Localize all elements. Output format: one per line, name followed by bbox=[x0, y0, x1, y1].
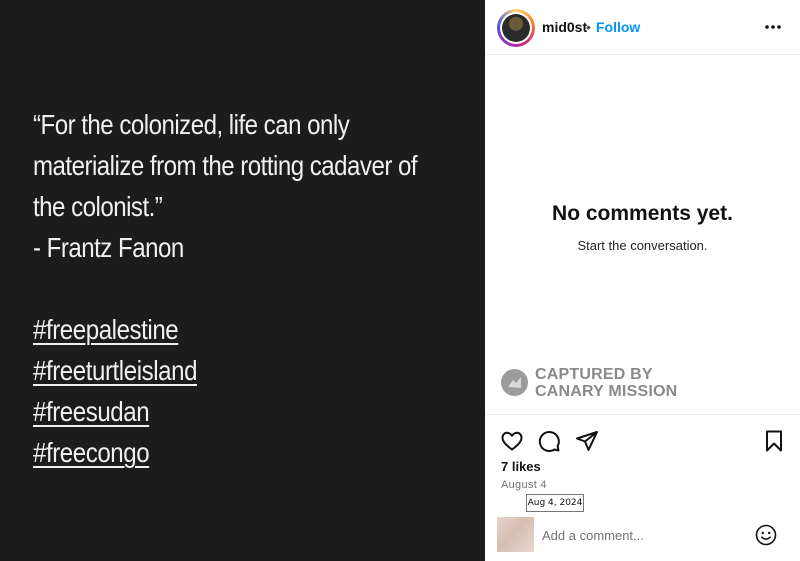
watermark-line2: CANARY MISSION bbox=[535, 383, 678, 400]
quote-line: “For the colonized, life can only bbox=[33, 109, 350, 140]
avatar[interactable] bbox=[497, 9, 535, 47]
no-comments-title: No comments yet. bbox=[552, 202, 733, 225]
username-link[interactable]: mid0st bbox=[542, 19, 587, 35]
capture-watermark: CAPTURED BY CANARY MISSION bbox=[501, 366, 701, 402]
watermark-line1: CAPTURED BY bbox=[535, 366, 653, 383]
comment-input[interactable] bbox=[542, 525, 742, 545]
hashtag: #freepalestine bbox=[33, 314, 179, 345]
heart-icon[interactable] bbox=[500, 429, 524, 453]
share-icon[interactable] bbox=[575, 429, 599, 453]
bookmark-icon[interactable] bbox=[762, 429, 786, 453]
post-header: mid0st • Follow bbox=[485, 0, 800, 55]
hashtag: #freecongo bbox=[33, 437, 150, 468]
emoji-icon[interactable] bbox=[755, 524, 777, 546]
no-comments-subtitle: Start the conversation. bbox=[577, 238, 708, 253]
watermark-logo-icon bbox=[501, 369, 528, 396]
comment-icon[interactable] bbox=[537, 429, 561, 453]
comment-avatar bbox=[497, 517, 534, 552]
separator-dot: • bbox=[586, 19, 591, 35]
hashtag: #freeturtleisland bbox=[33, 355, 198, 386]
more-horizontal-icon[interactable] bbox=[762, 17, 784, 37]
divider bbox=[485, 414, 800, 415]
hashtag: #freesudan bbox=[33, 396, 150, 427]
quote-attribution: - Frantz Fanon bbox=[33, 232, 184, 263]
follow-button[interactable]: Follow bbox=[596, 19, 640, 35]
post-side-panel: mid0st • Follow No comments yet. Start t… bbox=[485, 0, 800, 561]
avatar-border bbox=[500, 12, 532, 44]
quote-line: the colonist.” bbox=[33, 191, 163, 222]
avatar-image bbox=[502, 14, 530, 42]
quote-line: materialize from the rotting cadaver of bbox=[33, 150, 418, 181]
watermark-text: CAPTURED BY CANARY MISSION bbox=[535, 366, 677, 400]
post-image: “For the colonized, life can only materi… bbox=[0, 0, 485, 561]
add-comment-row bbox=[485, 510, 800, 561]
post-date[interactable]: August 4 bbox=[501, 479, 547, 491]
likes-count[interactable]: 7 likes bbox=[501, 459, 541, 474]
